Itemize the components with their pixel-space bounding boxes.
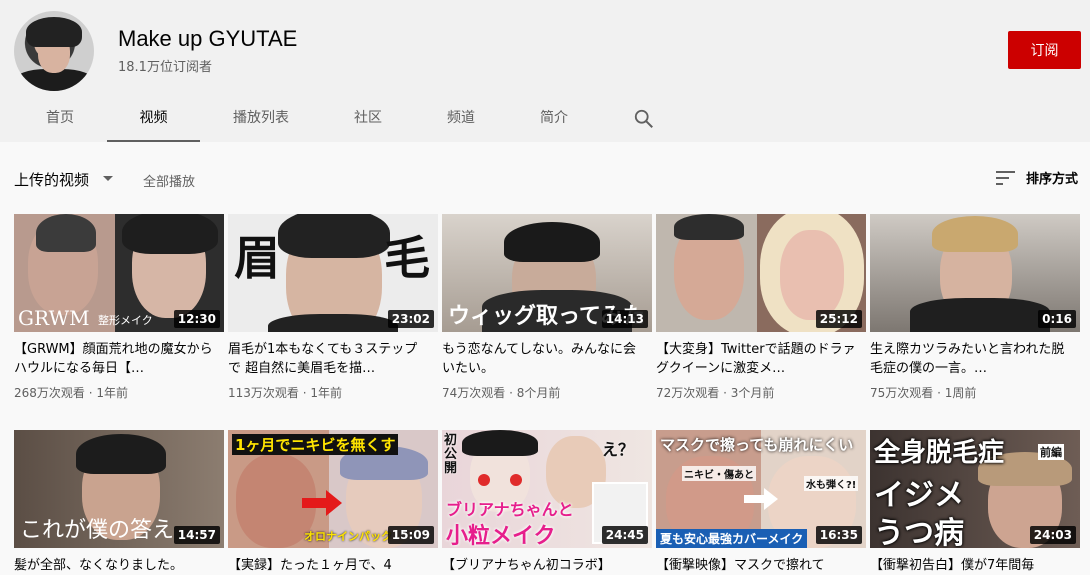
channel-tabs: 首页 视频 播放列表 社区 频道 简介 [0,96,1090,142]
video-title[interactable]: 眉毛が1本もなくても３ステップで 超自然に美眉毛を描… [228,340,428,378]
video-title[interactable]: 生え際カツラみたいと言われた脱毛症の僕の一言。… [870,340,1070,378]
tab-home[interactable]: 首页 [30,96,90,142]
thumbnail-caption: 整形メイク [98,314,153,327]
thumbnail-caption: オロナインパック [304,530,392,543]
thumbnail-caption: 初公開 [444,433,458,476]
search-icon[interactable] [633,108,655,130]
video-duration: 24:03 [1029,526,1076,544]
tab-playlists[interactable]: 播放列表 [222,96,300,142]
thumbnail-caption: 前編 [1038,444,1064,460]
video-thumbnail[interactable]: 初公開 え？ ブリアナちゃんと 小粒メイク 24:45 [442,430,652,548]
video-title[interactable]: 【実録】たった１ヶ月で、4 [228,556,428,575]
video-duration: 24:45 [601,526,648,544]
video-duration: 15:09 [387,526,434,544]
video-duration: 14:13 [601,310,648,328]
video-card[interactable]: 1ヶ月でニキビを無くす オロナインパック 15:09 【実録】たった１ヶ月で、4 [228,430,438,575]
video-thumbnail[interactable]: 25:12 [656,214,866,332]
video-meta: 113万次观看 · 1年前 [228,386,342,400]
video-thumbnail[interactable]: 眉 毛 23:02 [228,214,438,332]
video-card[interactable]: 初公開 え？ ブリアナちゃんと 小粒メイク 24:45 【ブリアナちゃん初コラボ… [442,430,652,575]
video-card[interactable]: 全身脱毛症 前編 イジメ うつ病 24:03 【衝撃初告白】僕が7年間毎 [870,430,1080,575]
video-thumbnail[interactable]: マスクで擦っても崩れにくい ニキビ・傷あと 水も弾く?! 夏も安心最強カバーメイ… [656,430,866,548]
video-title[interactable]: もう恋なんてしない。みんなに会いたい。 [442,340,642,378]
video-meta: 268万次观看 · 1年前 [14,386,128,400]
video-title[interactable]: 【衝撃映像】マスクで擦れて [656,556,856,575]
caret-down-icon[interactable] [103,176,113,181]
video-thumbnail[interactable]: ウィッグ取ってみた 14:13 [442,214,652,332]
thumbnail-caption: GRWM [18,306,90,330]
video-thumbnail[interactable]: これが僕の答え 14:57 [14,430,224,548]
video-duration: 14:57 [173,526,220,544]
tab-videos[interactable]: 视频 [107,96,200,142]
arrow-right-icon [302,490,342,516]
video-duration: 12:30 [173,310,220,328]
video-title[interactable]: 【GRWM】顔面荒れ地の魔女からハウルになる毎日【… [14,340,214,378]
thumbnail-caption: 全身脱毛症 [874,438,1005,468]
video-title[interactable]: 髪が全部、なくなりました。 [14,556,214,575]
thumbnail-caption: うつ病 [874,516,964,548]
video-duration: 23:02 [387,310,434,328]
sort-button[interactable]: 排序方式 [1026,168,1078,187]
video-card[interactable]: マスクで擦っても崩れにくい ニキビ・傷あと 水も弾く?! 夏も安心最強カバーメイ… [656,430,866,575]
thumbnail-caption: 夏も安心最強カバーメイク [656,529,808,548]
video-thumbnail[interactable]: GRWM 整形メイク 12:30 [14,214,224,332]
video-duration: 0:16 [1038,310,1076,328]
video-duration: 25:12 [815,310,862,328]
thumbnail-caption: これが僕の答え [20,518,175,543]
sort-icon[interactable] [996,170,1016,186]
video-card[interactable]: 25:12 【大変身】Twitterで話題のドラァグクイーンに激変メ… 72万次… [656,214,866,401]
video-thumbnail[interactable]: 全身脱毛症 前編 イジメ うつ病 24:03 [870,430,1080,548]
video-title[interactable]: 【衝撃初告白】僕が7年間毎 [870,556,1070,575]
video-title[interactable]: 【ブリアナちゃん初コラボ】 [442,556,642,575]
uploads-dropdown[interactable]: 上传的视频 [14,169,89,190]
video-card[interactable]: 眉 毛 23:02 眉毛が1本もなくても３ステップで 超自然に美眉毛を描… 11… [228,214,438,401]
play-all-button[interactable]: 全部播放 [143,171,195,190]
thumbnail-caption: え？ [602,440,635,459]
video-thumbnail[interactable]: 0:16 [870,214,1080,332]
video-card[interactable]: これが僕の答え 14:57 髪が全部、なくなりました。 [14,430,224,575]
thumbnail-caption: 水も弾く?! [804,476,859,491]
video-meta: 74万次观看 · 8个月前 [442,386,561,400]
video-duration: 16:35 [815,526,862,544]
thumbnail-caption: 毛 [384,231,430,285]
tab-community[interactable]: 社区 [338,96,398,142]
thumbnail-caption: マスクで擦っても崩れにくい [660,436,854,454]
subscribe-button[interactable]: 订阅 [1008,31,1081,69]
arrow-right-icon [744,488,778,510]
thumbnail-caption: 1ヶ月でニキビを無くす [232,434,399,455]
thumbnail-caption: 小粒メイク [446,524,556,548]
thumbnail-caption: 眉 [234,231,280,285]
tab-about[interactable]: 简介 [524,96,584,142]
video-thumbnail[interactable]: 1ヶ月でニキビを無くす オロナインパック 15:09 [228,430,438,548]
video-card[interactable]: GRWM 整形メイク 12:30 【GRWM】顔面荒れ地の魔女からハウルになる毎… [14,214,224,401]
subscriber-count: 18.1万位订阅者 [118,60,212,75]
video-card[interactable]: 0:16 生え際カツラみたいと言われた脱毛症の僕の一言。… 75万次观看 · 1… [870,214,1080,401]
video-meta: 72万次观看 · 3个月前 [656,386,775,400]
video-title[interactable]: 【大変身】Twitterで話題のドラァグクイーンに激変メ… [656,340,856,378]
channel-avatar[interactable] [14,11,94,91]
video-meta: 75万次观看 · 1周前 [870,386,977,400]
thumbnail-caption: ニキビ・傷あと [682,466,756,481]
thumbnail-caption: ブリアナちゃんと [446,500,574,519]
channel-name: Make up GYUTAE [118,26,298,51]
video-card[interactable]: ウィッグ取ってみた 14:13 もう恋なんてしない。みんなに会いたい。 74万次… [442,214,652,401]
tab-channels[interactable]: 频道 [431,96,491,142]
